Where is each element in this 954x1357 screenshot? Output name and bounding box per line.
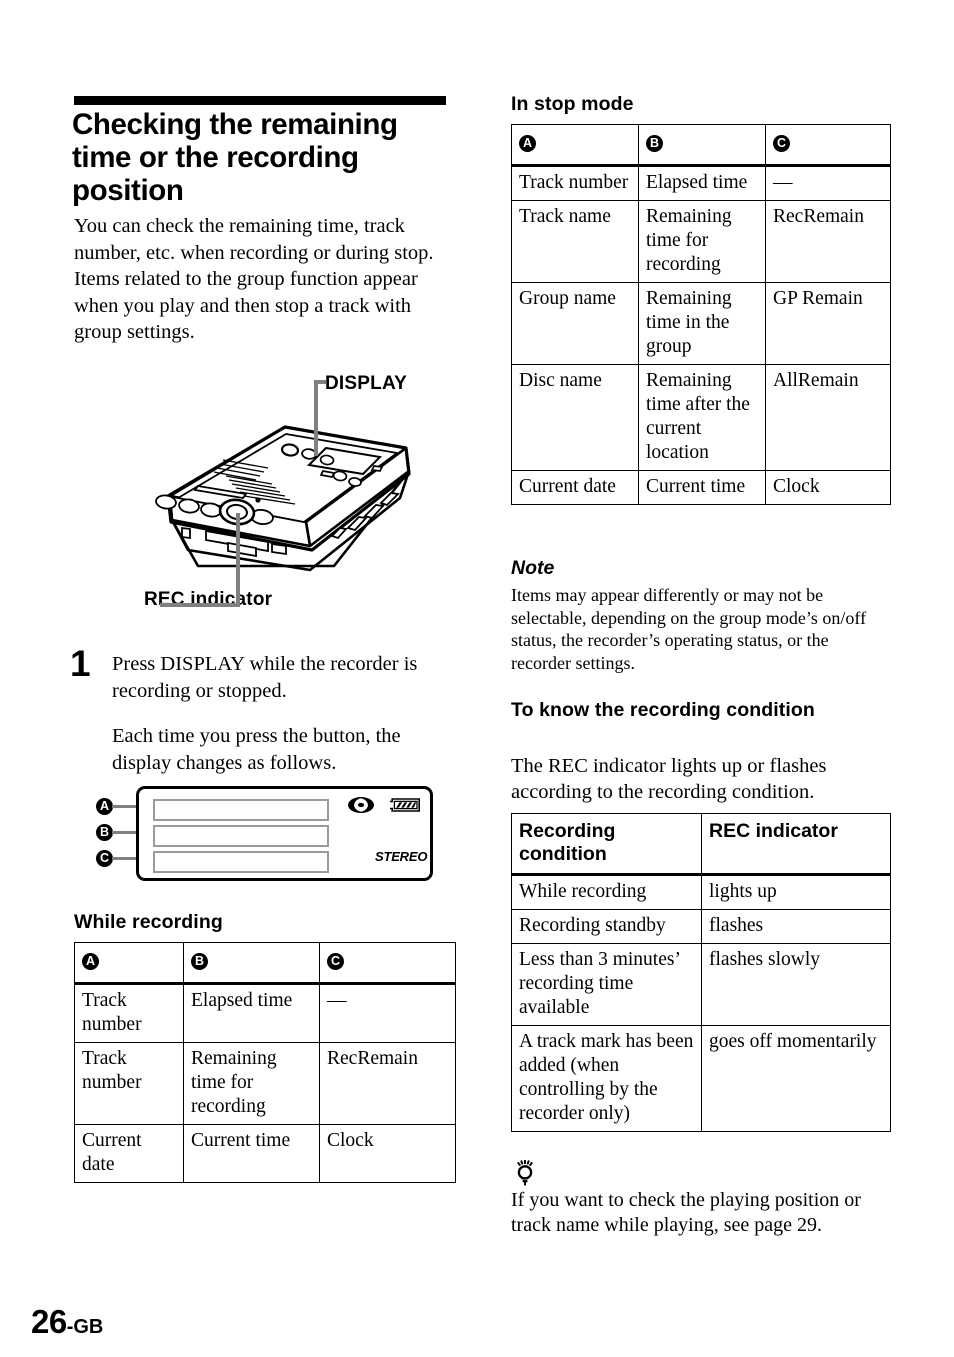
cell-c: AllRemain xyxy=(765,364,891,471)
header-cell-c: C xyxy=(319,942,456,985)
cell-b: Remaining time for recording xyxy=(638,200,766,283)
tip-text: If you want to check the playing positio… xyxy=(511,1189,861,1236)
battery-icon xyxy=(390,798,420,812)
stereo-label: STEREO xyxy=(375,849,428,864)
recording-condition-table: Recording condition REC indicator While … xyxy=(511,813,891,1132)
lcd-line-a xyxy=(153,799,329,821)
marker-b: B xyxy=(191,953,208,970)
cell-indicator: flashes xyxy=(701,909,891,944)
cell-c: — xyxy=(319,983,456,1043)
manual-page: Checking the remaining time or the recor… xyxy=(0,0,954,1357)
cell-b: Current time xyxy=(183,1124,320,1183)
cell-b: Remaining time in the group xyxy=(638,282,766,365)
cell-a: Track number xyxy=(74,1042,184,1125)
table-row: Less than 3 minutes’ recording time avai… xyxy=(511,943,891,1026)
table-row: Recording standby flashes xyxy=(511,909,891,944)
header-rec-indicator: REC indicator xyxy=(701,813,891,876)
note-heading: Note xyxy=(511,557,555,579)
marker-c: C xyxy=(96,850,113,867)
folio-suffix: -GB xyxy=(66,1316,104,1338)
table-row: Disc name Remaining time after the curre… xyxy=(511,364,891,471)
table-row: Track number Remaining time for recordin… xyxy=(74,1042,456,1125)
cell-b: Elapsed time xyxy=(638,165,766,201)
header-recording-condition: Recording condition xyxy=(511,813,702,876)
lcd-line-b xyxy=(153,825,329,847)
cell-a: Track name xyxy=(511,200,639,283)
cell-b: Current time xyxy=(638,470,766,505)
step-number: 1 xyxy=(70,643,91,684)
intro-text: You can check the remaining time, track … xyxy=(74,213,459,346)
cell-a: Group name xyxy=(511,282,639,365)
marker-a: A xyxy=(519,135,536,152)
cell-c: GP Remain xyxy=(765,282,891,365)
step-line-2: Each time you press the button, the disp… xyxy=(112,725,401,774)
cell-c: RecRemain xyxy=(765,200,891,283)
callout-leader-lines xyxy=(160,380,326,607)
cell-c: — xyxy=(765,165,891,201)
cell-a: Current date xyxy=(511,470,639,505)
marker-c: C xyxy=(327,953,344,970)
cell-indicator: flashes slowly xyxy=(701,943,891,1026)
page-folio: 26-GB xyxy=(31,1303,103,1341)
cell-c: Clock xyxy=(765,470,891,505)
table-row: Track number Elapsed time — xyxy=(74,983,456,1043)
section-rule-bar xyxy=(74,96,446,105)
table-row: Current date Current time Clock xyxy=(511,470,891,505)
table-header-row: A B C xyxy=(74,942,456,985)
intro-paragraph-1: You can check the remaining time, track … xyxy=(74,215,434,264)
cell-a: Track number xyxy=(74,983,184,1043)
cell-a: Disc name xyxy=(511,364,639,471)
table-row: Track number Elapsed time — xyxy=(511,165,891,201)
cell-condition: A track mark has been added (when contro… xyxy=(511,1025,702,1132)
in-stop-mode-heading: In stop mode xyxy=(511,93,634,115)
cell-c: RecRemain xyxy=(319,1042,456,1125)
note-text: Items may appear differently or may not … xyxy=(511,585,867,673)
marker-a: A xyxy=(96,798,113,815)
cell-b: Elapsed time xyxy=(183,983,320,1043)
header-cell-a: A xyxy=(511,124,639,167)
marker-c: C xyxy=(773,135,790,152)
in-stop-mode-table: A B C Track number Elapsed time — Track … xyxy=(511,124,891,505)
cell-a: Current date xyxy=(74,1124,184,1183)
folio-number: 26 xyxy=(31,1303,67,1340)
marker-a: A xyxy=(82,953,99,970)
lcd-panel-outline: STEREO xyxy=(136,786,433,881)
step-text: Press DISPLAY while the recorder is reco… xyxy=(112,651,457,776)
lcd-line-c xyxy=(153,851,329,873)
header-cell-b: B xyxy=(183,942,320,985)
display-panel-diagram: A B C STEREO xyxy=(96,786,441,883)
cell-condition: While recording xyxy=(511,874,702,910)
lightbulb-tip-icon xyxy=(517,1160,533,1186)
table-row: Current date Current time Clock xyxy=(74,1124,456,1183)
cell-condition: Less than 3 minutes’ recording time avai… xyxy=(511,943,702,1026)
disc-icon xyxy=(348,797,374,813)
table-row: While recording lights up xyxy=(511,874,891,910)
cell-indicator: goes off momentarily xyxy=(701,1025,891,1132)
step-line-1: Press DISPLAY while the recorder is reco… xyxy=(112,653,418,702)
recording-condition-intro: The REC indicator lights up or flashes a… xyxy=(511,755,827,803)
table-row: Group name Remaining time in the group G… xyxy=(511,282,891,365)
header-cell-c: C xyxy=(765,124,891,167)
table-header-row: Recording condition REC indicator xyxy=(511,813,891,876)
header-cell-b: B xyxy=(638,124,766,167)
marker-b: B xyxy=(646,135,663,152)
marker-b: B xyxy=(96,824,113,841)
table-row: Track name Remaining time for recording … xyxy=(511,200,891,283)
cell-c: Clock xyxy=(319,1124,456,1183)
cell-condition: Recording standby xyxy=(511,909,702,944)
page-title: Checking the remaining time or the recor… xyxy=(72,108,398,207)
cell-a: Track number xyxy=(511,165,639,201)
cell-indicator: lights up xyxy=(701,874,891,910)
cell-b: Remaining time for recording xyxy=(183,1042,320,1125)
while-recording-heading: While recording xyxy=(74,911,223,933)
cell-b: Remaining time after the current locatio… xyxy=(638,364,766,471)
header-cell-a: A xyxy=(74,942,184,985)
table-row: A track mark has been added (when contro… xyxy=(511,1025,891,1132)
while-recording-table: A B C Track number Elapsed time — Track … xyxy=(74,942,456,1183)
recording-condition-heading: To know the recording condition xyxy=(511,699,815,721)
table-header-row: A B C xyxy=(511,124,891,167)
intro-paragraph-2: Items related to the group function appe… xyxy=(74,268,418,343)
